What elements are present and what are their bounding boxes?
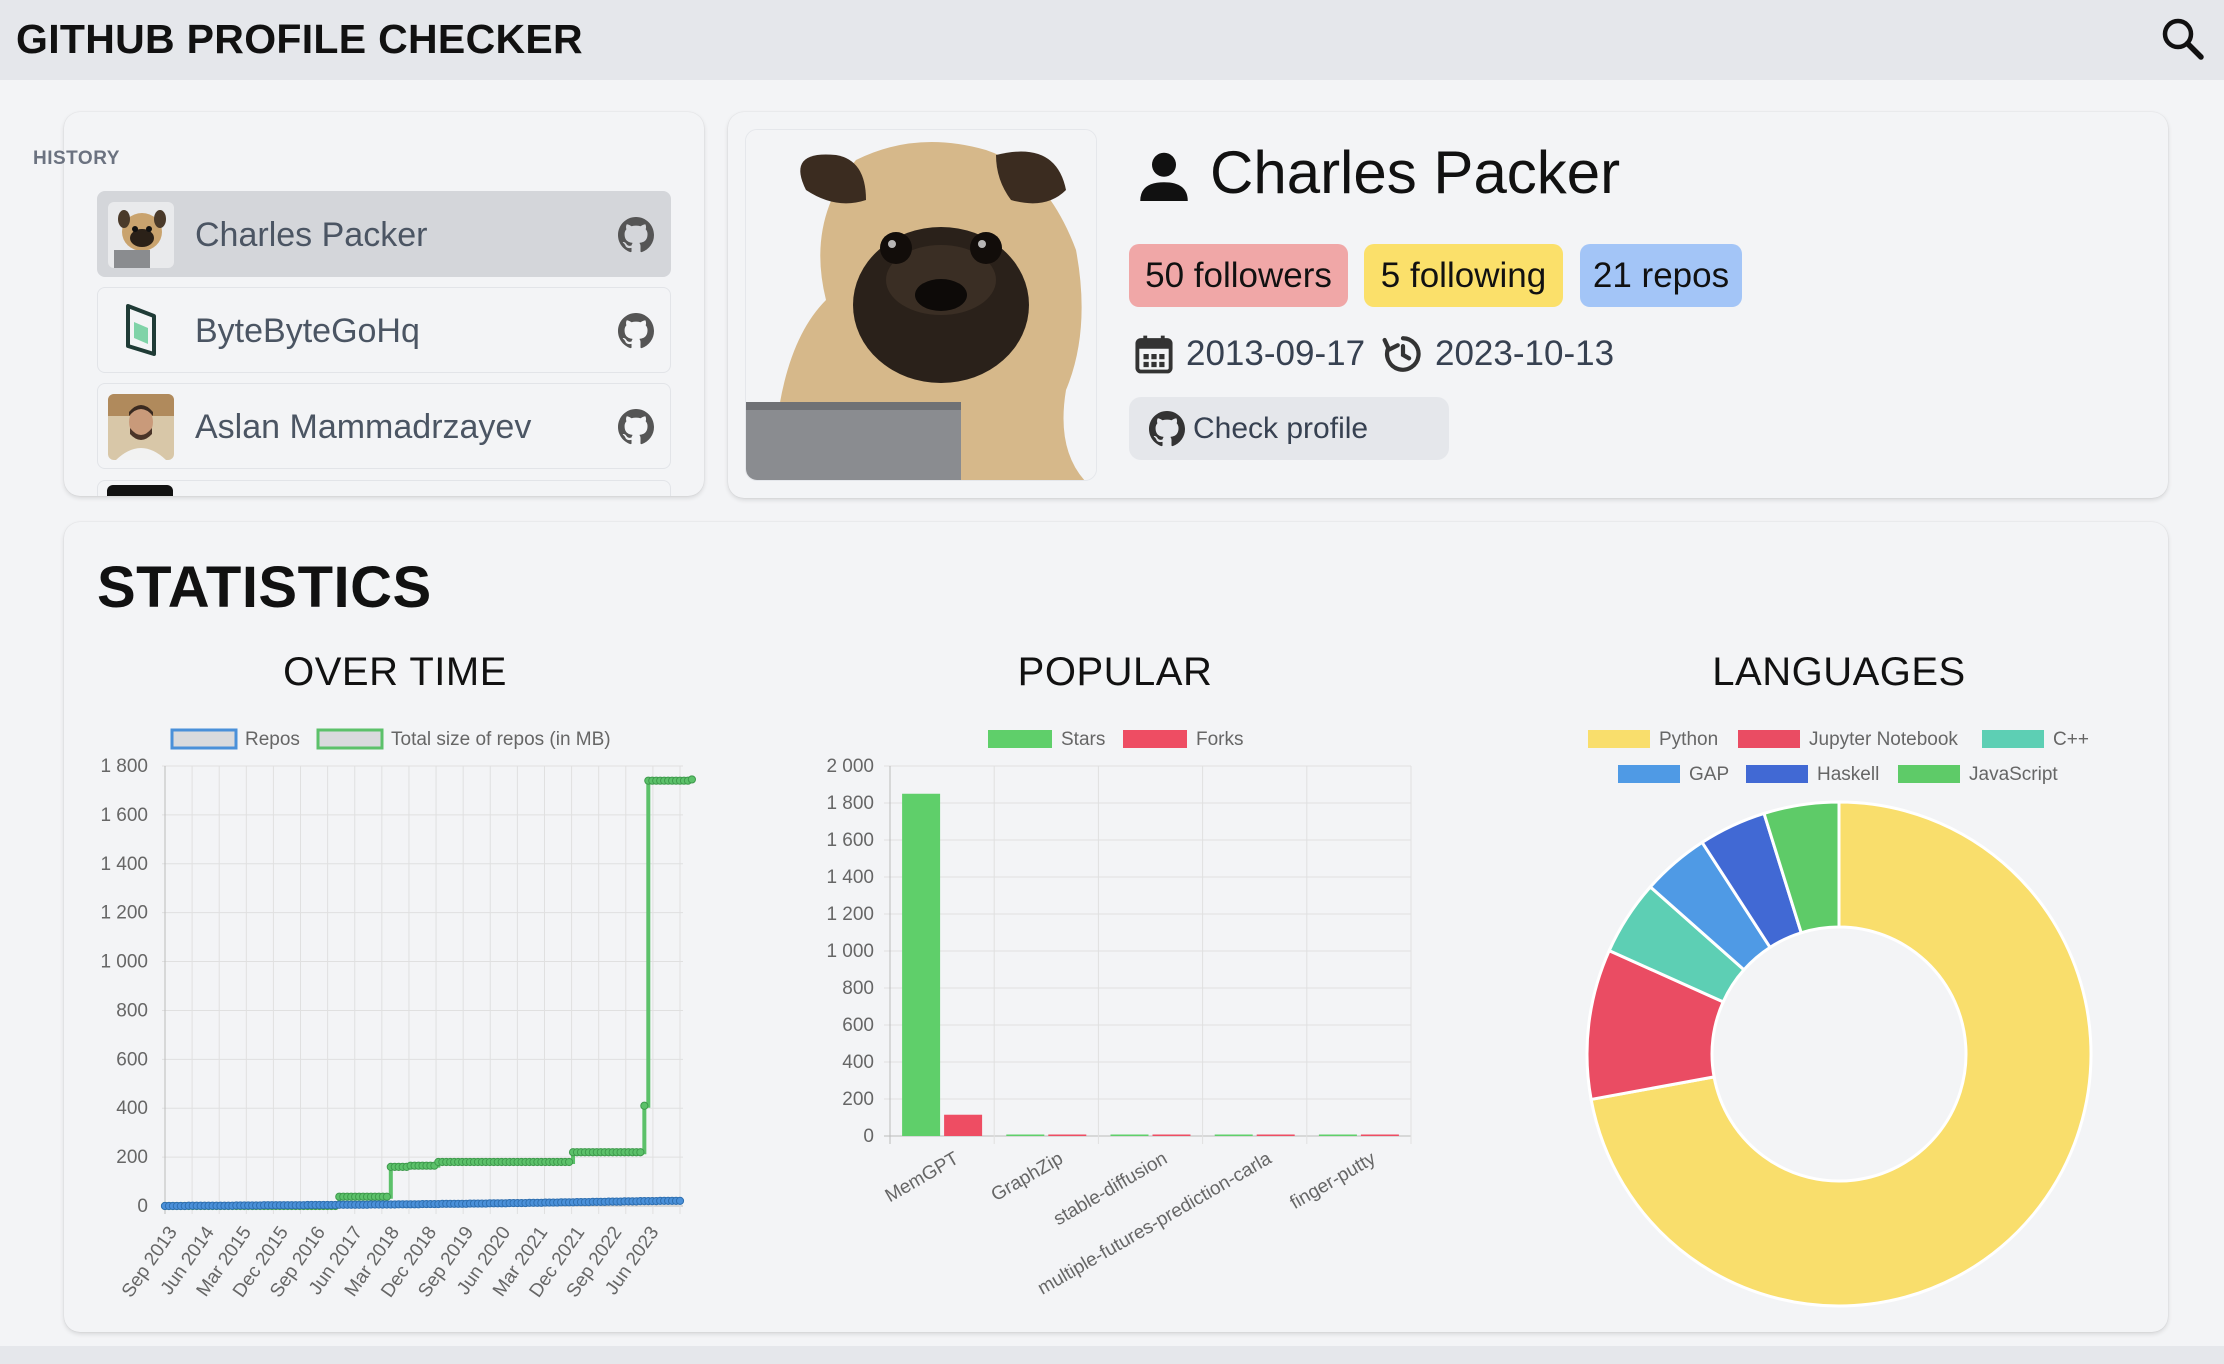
legend-swatch [316, 728, 384, 750]
updated-date: 2023-10-13 [1435, 334, 1615, 373]
y-tick-label: 200 [116, 1147, 148, 1168]
y-tick-label: 1 400 [100, 854, 148, 875]
bar [1152, 1134, 1191, 1136]
profile-name: Charles Packer [1210, 139, 1621, 206]
history-item-name: ByteByteGoHq [195, 312, 420, 350]
check-profile-button[interactable]: Check profile [1129, 397, 1449, 460]
legend-swatch [1898, 765, 1960, 783]
legend-label: Python [1659, 729, 1718, 750]
github-icon [1149, 411, 1185, 447]
legend-swatch [1123, 730, 1187, 748]
calendar-icon [1135, 335, 1173, 374]
y-tick-label: 400 [842, 1052, 874, 1073]
legend-swatch [170, 728, 238, 750]
languages-title: LANGUAGES [1712, 650, 1966, 694]
created-date: 2013-09-17 [1186, 334, 1366, 373]
data-point [382, 1192, 391, 1201]
y-tick-label: 1 600 [826, 830, 874, 851]
bar [902, 793, 941, 1136]
legend-swatch [1738, 730, 1800, 748]
y-tick-label: 2 000 [826, 756, 874, 777]
top-bar: GITHUB PROFILE CHECKER [0, 0, 2224, 80]
history-item-name: Charles Packer [195, 216, 428, 254]
legend-swatch [1618, 765, 1680, 783]
statistics-title: STATISTICS [97, 555, 432, 620]
bottom-strip [0, 1346, 2224, 1364]
y-tick-label: 1 800 [826, 793, 874, 814]
legend-swatch [1746, 765, 1808, 783]
history-item-aslan-mammadrzayev[interactable]: Aslan Mammadrzayev [97, 383, 671, 469]
x-tick-label: MemGPT [882, 1148, 963, 1207]
y-tick-label: 800 [116, 1000, 148, 1021]
github-icon[interactable] [618, 313, 654, 349]
bar [1360, 1134, 1399, 1136]
y-tick-label: 800 [842, 978, 874, 999]
history-clock-icon [1382, 336, 1421, 372]
bar [944, 1114, 983, 1136]
popular-title: POPULAR [1017, 650, 1213, 694]
y-tick-label: 200 [842, 1089, 874, 1110]
bar [1214, 1134, 1253, 1136]
y-tick-label: 600 [842, 1015, 874, 1036]
data-point [675, 1196, 685, 1205]
avatar [108, 394, 174, 460]
history-item-name: Aslan Mammadrzayev [195, 408, 532, 446]
data-point [640, 1101, 649, 1110]
legend-label: Forks [1196, 729, 1244, 750]
y-tick-label: 600 [116, 1049, 148, 1070]
data-point [687, 775, 696, 784]
repos-badge: 21 repos [1580, 244, 1742, 307]
y-tick-label: 0 [137, 1196, 148, 1217]
legend-label: Repos [245, 729, 300, 750]
bar [1110, 1134, 1149, 1136]
data-point [564, 1157, 574, 1167]
y-tick-label: 1 200 [826, 904, 874, 925]
legend-label: GAP [1689, 764, 1729, 785]
history-label: HISTORY [33, 148, 120, 169]
avatar [108, 202, 174, 268]
y-tick-label: 1 000 [100, 952, 148, 973]
y-tick-label: 1 200 [100, 903, 148, 924]
app-title: GITHUB PROFILE CHECKER [16, 16, 583, 62]
y-tick-label: 0 [863, 1126, 874, 1147]
legend-swatch [988, 730, 1052, 748]
user-icon [1140, 152, 1188, 201]
legend-label: Jupyter Notebook [1809, 729, 1958, 750]
languages-chart: Python Jupyter Notebook C++ GAP Haskell JavaS… [1585, 729, 2093, 1308]
history-item-charles-packer[interactable]: Charles Packer [97, 191, 671, 277]
popular-chart: Stars Forks 0 200 400 600 800 1 000 1 200 1 400 1 … [826, 729, 1412, 1299]
following-badge: 5 following [1364, 244, 1563, 307]
check-profile-label: Check profile [1193, 412, 1369, 445]
y-tick-label: 400 [116, 1098, 148, 1119]
series-line [165, 778, 694, 1208]
legend-label: Stars [1061, 729, 1105, 750]
legend-swatch [1588, 730, 1650, 748]
legend-label: C++ [2053, 729, 2089, 750]
github-icon[interactable] [618, 217, 654, 253]
profile-photo [745, 129, 1097, 481]
search-icon[interactable] [2158, 14, 2208, 64]
followers-badge: 50 followers [1129, 244, 1348, 307]
x-tick-label: GraphZip [988, 1148, 1067, 1206]
data-point [636, 1148, 645, 1157]
history-item-bytebytegohq[interactable]: ByteByteGoHq [97, 287, 671, 373]
legend-label: Haskell [1817, 764, 1879, 785]
legend-swatch [1982, 730, 2044, 748]
y-tick-label: 1 600 [100, 805, 148, 826]
avatar [108, 298, 174, 364]
github-icon[interactable] [618, 409, 654, 445]
bar [1048, 1134, 1087, 1136]
x-tick-label: finger-putty [1287, 1148, 1380, 1214]
over-time-chart: Repos Total size of repos (in MB) 0 200 400 6… [100, 728, 696, 1302]
y-tick-label: 1 800 [100, 756, 148, 777]
bar [1006, 1134, 1045, 1136]
bar [1318, 1134, 1357, 1136]
y-tick-label: 1 000 [826, 941, 874, 962]
over-time-title: OVER TIME [283, 650, 507, 694]
legend-label: JavaScript [1969, 764, 2058, 785]
bar [1256, 1134, 1295, 1136]
y-tick-label: 1 400 [826, 867, 874, 888]
legend-label: Total size of repos (in MB) [391, 729, 611, 750]
